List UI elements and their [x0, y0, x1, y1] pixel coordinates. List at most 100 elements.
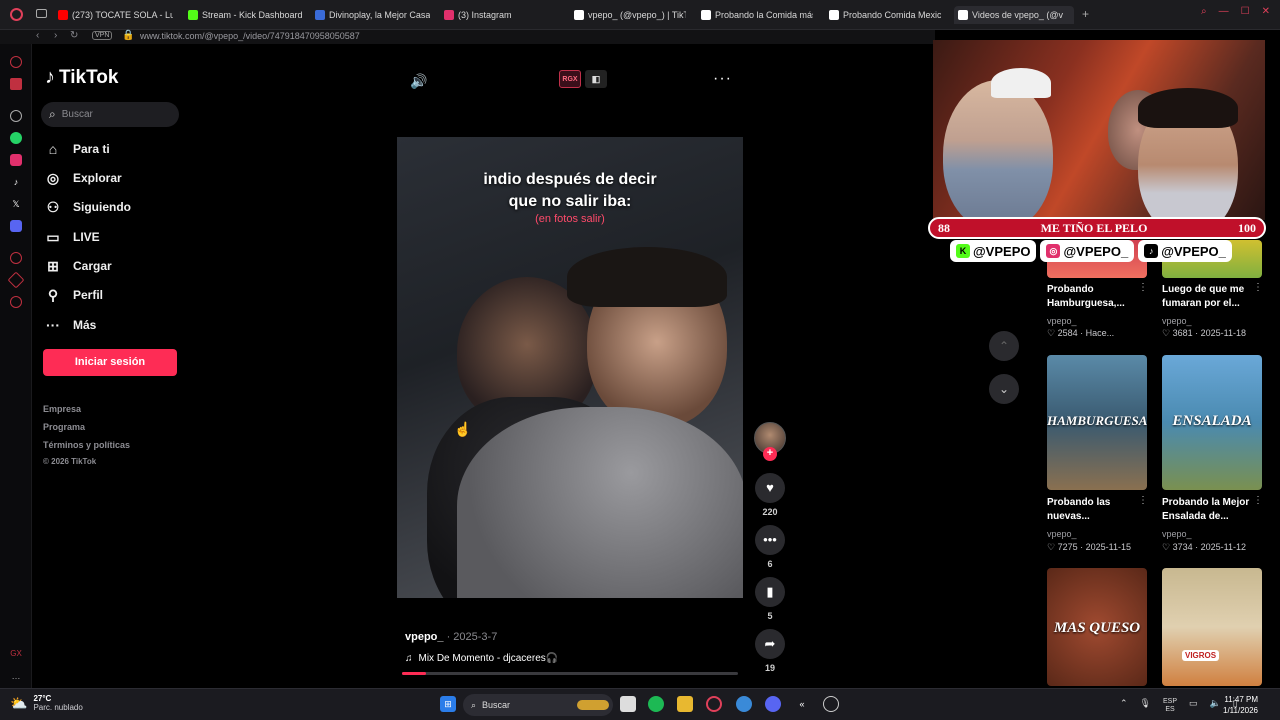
- instagram-icon[interactable]: [10, 154, 22, 166]
- sidebar-item-cargar[interactable]: ⊞ Cargar: [45, 256, 112, 276]
- related-thumb-6[interactable]: VIGROS: [1162, 568, 1262, 686]
- share-action[interactable]: ➦ 19: [754, 629, 786, 673]
- weather-cloud-icon: ⛅: [10, 694, 28, 711]
- video-author[interactable]: vpepo_ · 2025-3-7: [405, 631, 497, 643]
- tiktok-logo[interactable]: ♪ TikTok: [45, 66, 118, 89]
- sidebar-item-explorar[interactable]: ◎ Explorar: [45, 168, 122, 188]
- tab-divinoplay[interactable]: Divinoplay, la Mejor Casa: [315, 6, 430, 24]
- monitor-icon[interactable]: ▭: [1189, 698, 1198, 714]
- related-user-4[interactable]: vpepo_: [1162, 529, 1192, 539]
- tiktok-icon: [958, 10, 968, 20]
- back-icon[interactable]: ‹: [36, 30, 39, 41]
- opera-ai-icon[interactable]: [10, 56, 22, 68]
- forward-icon[interactable]: ›: [54, 30, 57, 41]
- sidebar-item-siguiendo[interactable]: ⚇ Siguiendo: [45, 197, 131, 217]
- footer-link-programa[interactable]: Programa: [43, 422, 85, 432]
- pinboard-icon[interactable]: [7, 271, 25, 289]
- tab-instagram[interactable]: (3) Instagram: [444, 6, 559, 24]
- related-user-2[interactable]: vpepo_: [1162, 316, 1192, 326]
- share-icon[interactable]: ➦: [755, 629, 785, 659]
- tiktok-icon[interactable]: ♪: [10, 176, 22, 188]
- tab-tiktok-videos-active[interactable]: Videos de vpepo_ (@v: [954, 6, 1074, 24]
- gx-icon[interactable]: GX: [10, 648, 22, 660]
- bookmark-icon[interactable]: ▮: [755, 577, 785, 607]
- related-title-1[interactable]: Probando Hamburguesa,...: [1047, 283, 1142, 311]
- video-progress-bar[interactable]: [402, 672, 738, 675]
- maximize-icon[interactable]: ☐: [1241, 6, 1250, 17]
- related-thumb-3[interactable]: HAMBURGUESAS: [1047, 355, 1147, 490]
- rgx-badge[interactable]: RGX: [559, 70, 581, 88]
- speaker-icon[interactable]: 🔈: [1210, 698, 1221, 714]
- related-thumb-5[interactable]: MAS QUESO: [1047, 568, 1147, 686]
- tab-youtube[interactable]: (273) TOCATE SOLA - Luc: [58, 6, 173, 24]
- volume-icon[interactable]: 🔊: [410, 73, 427, 90]
- url-field[interactable]: www.tiktok.com/@vpepo_/video/74791847095…: [140, 31, 360, 41]
- prev-video-button[interactable]: ⌃: [989, 331, 1019, 361]
- whatsapp-icon[interactable]: [10, 132, 22, 144]
- reload-icon[interactable]: ↻: [70, 30, 78, 41]
- discord-icon[interactable]: [765, 696, 781, 712]
- spotify-icon[interactable]: [648, 696, 664, 712]
- windows-start-icon[interactable]: ⊞: [440, 696, 456, 712]
- search-tabs-icon[interactable]: ⌕: [1201, 6, 1207, 17]
- follow-plus-button[interactable]: +: [763, 447, 777, 461]
- footer-link-terms[interactable]: Términos y políticas: [43, 440, 130, 450]
- video-music[interactable]: ♫ Mix De Momento - djcaceres🎧: [405, 653, 558, 664]
- video-player[interactable]: indio después de decir que no salir iba:…: [397, 137, 743, 598]
- kebab-icon[interactable]: ⋮: [1138, 282, 1148, 293]
- tab-tiktok-profile[interactable]: vpepo_ (@vpepo_) | TikTo: [574, 6, 686, 24]
- kebab-icon[interactable]: ⋮: [1138, 495, 1148, 506]
- pip-icon[interactable]: ◧: [585, 70, 607, 88]
- next-video-button[interactable]: ⌄: [989, 374, 1019, 404]
- x-icon[interactable]: 𝕏: [10, 198, 22, 210]
- discord-icon[interactable]: [10, 220, 22, 232]
- heart-icon[interactable]: ♥: [755, 473, 785, 503]
- language-indicator[interactable]: ESP ES: [1163, 698, 1177, 714]
- tab-tiktok-mexicana[interactable]: Probando Comida Mexica: [829, 6, 941, 24]
- weather-widget[interactable]: ⛅ 27°C Parc. nublado: [10, 694, 83, 712]
- footer-link-empresa[interactable]: Empresa: [43, 404, 81, 414]
- task-view-icon[interactable]: [620, 696, 636, 712]
- related-thumb-4[interactable]: ENSALADA: [1162, 355, 1262, 490]
- taskbar-clock[interactable]: 11:47 PM 1/11/2026: [1223, 694, 1258, 716]
- sidebar-item-perfil[interactable]: ⚲ Perfil: [45, 285, 103, 305]
- vpn-badge[interactable]: VPN: [92, 31, 113, 40]
- opera-gx-icon[interactable]: [706, 696, 722, 712]
- close-icon[interactable]: ✕: [1262, 6, 1270, 17]
- related-user-3[interactable]: vpepo_: [1047, 529, 1077, 539]
- sidebar-item-live[interactable]: ▭ LIVE: [45, 227, 99, 247]
- kebab-icon[interactable]: ⋮: [1253, 495, 1263, 506]
- comment-action[interactable]: ••• 6: [754, 525, 786, 569]
- taskbar-search[interactable]: ⌕ Buscar: [463, 694, 613, 716]
- related-user-1[interactable]: vpepo_: [1047, 316, 1077, 326]
- related-title-4[interactable]: Probando la Mejor Ensalada de...: [1162, 496, 1257, 524]
- minimize-icon[interactable]: —: [1219, 6, 1229, 17]
- more-options-icon[interactable]: ···: [713, 70, 732, 88]
- new-tab-button[interactable]: +: [1082, 7, 1089, 21]
- bag-icon[interactable]: [10, 78, 22, 90]
- sidebar-item-mas[interactable]: ··· Más: [45, 315, 96, 335]
- app-icon[interactable]: [736, 696, 752, 712]
- obs-icon[interactable]: [823, 696, 839, 712]
- login-button[interactable]: Iniciar sesión: [43, 349, 177, 376]
- more-dots-icon[interactable]: …: [10, 670, 22, 682]
- tab-tiktok-comida[interactable]: Probando la Comida más: [701, 6, 813, 24]
- history-icon[interactable]: [10, 252, 22, 264]
- app-arrow-icon[interactable]: «: [794, 696, 810, 712]
- sidebar-item-para-ti[interactable]: ⌂ Para ti: [45, 139, 110, 159]
- chatgpt-icon[interactable]: [10, 110, 22, 122]
- mic-icon[interactable]: 🎙: [1140, 698, 1151, 714]
- kebab-icon[interactable]: ⋮: [1253, 282, 1263, 293]
- related-title-3[interactable]: Probando las nuevas...: [1047, 496, 1142, 524]
- tab-overview-icon[interactable]: [36, 9, 47, 18]
- chevron-up-icon[interactable]: ⌃: [1120, 698, 1128, 714]
- related-title-2[interactable]: Luego de que me fumaran por el...: [1162, 283, 1257, 311]
- search-input[interactable]: ⌕ Buscar: [41, 102, 179, 127]
- comment-icon[interactable]: •••: [755, 525, 785, 555]
- file-explorer-icon[interactable]: [677, 696, 693, 712]
- settings-icon[interactable]: [10, 296, 22, 308]
- opera-logo-icon[interactable]: [10, 8, 23, 21]
- like-action[interactable]: ♥ 220: [754, 473, 786, 517]
- tab-kick[interactable]: Stream - Kick Dashboard: [188, 6, 303, 24]
- save-action[interactable]: ▮ 5: [754, 577, 786, 621]
